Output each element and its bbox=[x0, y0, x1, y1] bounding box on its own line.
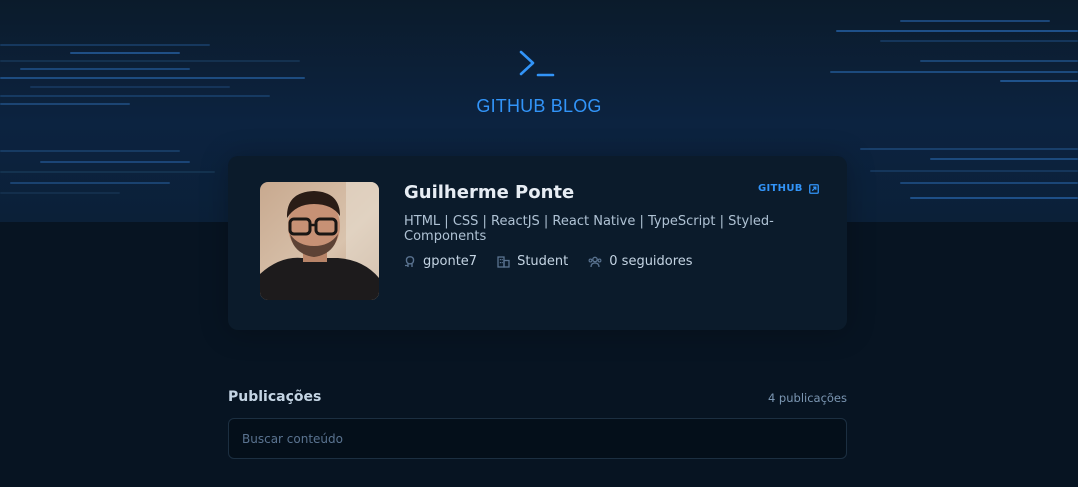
decorative-streak bbox=[0, 150, 180, 152]
github-icon bbox=[405, 255, 415, 267]
decorative-streak bbox=[830, 71, 1078, 73]
terminal-prompt-icon bbox=[519, 50, 555, 77]
username-item: gponte7 bbox=[404, 254, 477, 269]
decorative-streak bbox=[910, 197, 1078, 199]
decorative-streak bbox=[0, 60, 300, 62]
decorative-streak bbox=[0, 77, 305, 79]
decorative-streak bbox=[900, 20, 1050, 22]
profile-card: Guilherme Ponte GITHUB HTML | CSS | Reac… bbox=[228, 156, 847, 330]
username-text: gponte7 bbox=[423, 254, 478, 269]
decorative-streak bbox=[900, 182, 1078, 184]
decorative-streak bbox=[0, 171, 215, 173]
logo-text: GITHUB BLOG bbox=[476, 96, 602, 116]
decorative-streak bbox=[920, 60, 1078, 62]
decorative-streak bbox=[1000, 80, 1078, 82]
users-icon bbox=[588, 256, 602, 267]
decorative-streak bbox=[836, 30, 1078, 32]
followers-item: 0 seguidores bbox=[588, 254, 693, 269]
external-link-icon bbox=[808, 183, 819, 194]
company-text: Student bbox=[517, 254, 569, 269]
decorative-streak bbox=[0, 44, 210, 46]
profile-meta: gponte7 Student 0 seguidores bbox=[404, 254, 693, 269]
avatar bbox=[260, 182, 379, 300]
publications-count: 4 publicações bbox=[767, 391, 847, 405]
search-input[interactable] bbox=[228, 418, 847, 459]
company-item: Student bbox=[497, 254, 568, 269]
followers-text: 0 seguidores bbox=[609, 254, 693, 269]
decorative-streak bbox=[880, 40, 1078, 42]
decorative-streak bbox=[930, 158, 1078, 160]
github-link-label: GITHUB bbox=[758, 183, 803, 194]
decorative-streak bbox=[70, 52, 180, 54]
profile-bio: HTML | CSS | ReactJS | React Native | Ty… bbox=[404, 214, 774, 244]
decorative-streak bbox=[860, 148, 1078, 150]
decorative-streak bbox=[870, 170, 1078, 172]
decorative-streak bbox=[40, 161, 190, 163]
decorative-streak bbox=[10, 182, 170, 184]
github-link[interactable]: GITHUB bbox=[758, 183, 819, 194]
decorative-streak bbox=[0, 192, 120, 194]
profile-name: Guilherme Ponte bbox=[404, 182, 575, 203]
decorative-streak bbox=[30, 86, 230, 88]
decorative-streak bbox=[20, 68, 190, 70]
publications-title: Publicações bbox=[228, 389, 322, 405]
building-icon bbox=[497, 255, 510, 268]
